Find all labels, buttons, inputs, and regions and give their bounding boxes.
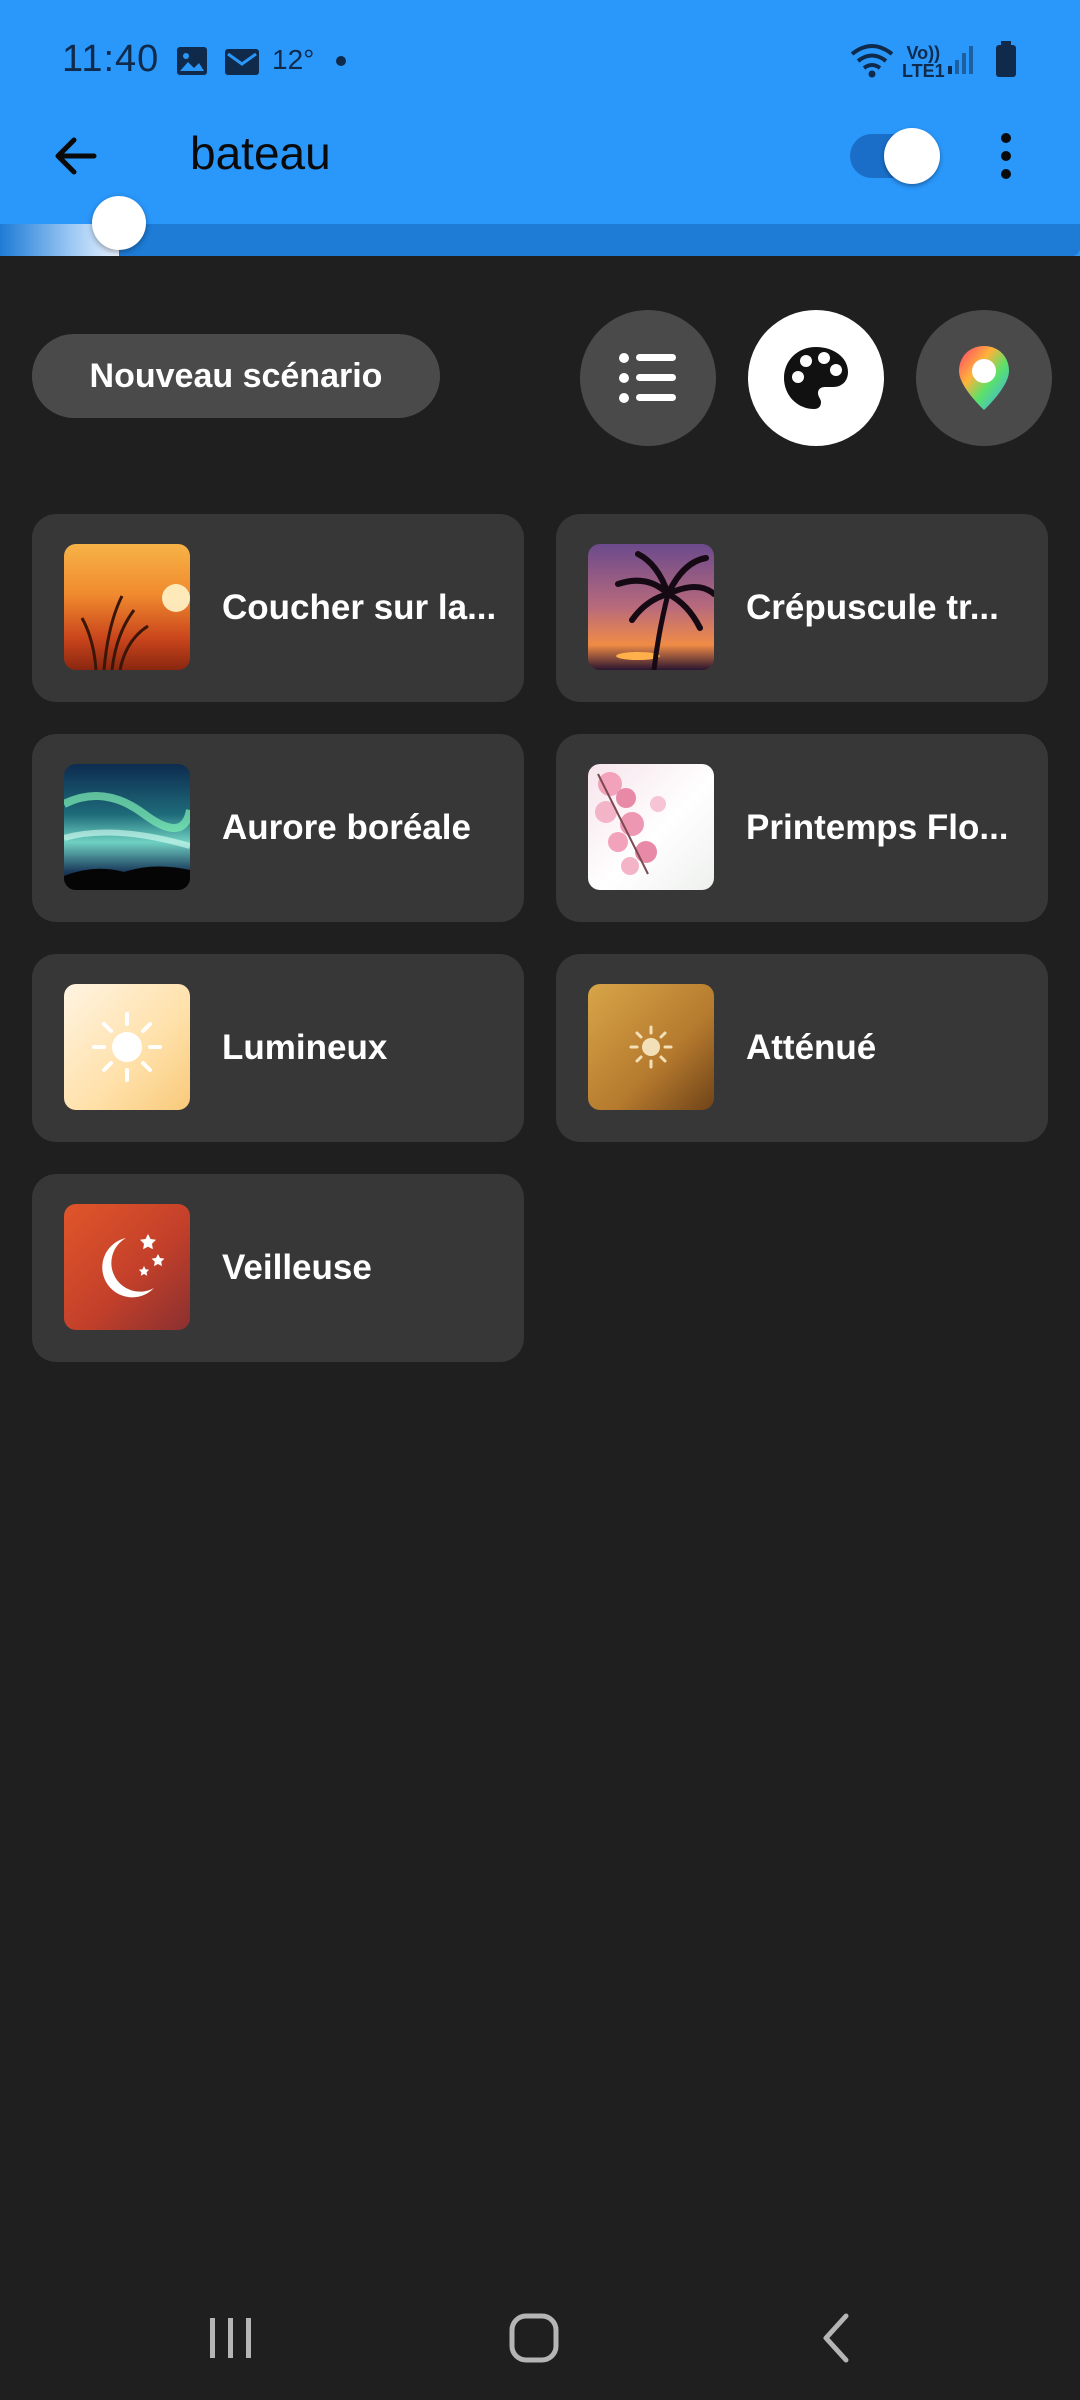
wifi-icon	[850, 44, 894, 78]
brightness-slider[interactable]	[0, 196, 1080, 256]
scene-card[interactable]: Coucher sur la...	[32, 514, 524, 702]
scene-label: Atténué	[746, 1028, 877, 1067]
status-bar: 11:40 12° Vo)) LTE1	[0, 0, 1080, 120]
toggle-knob	[884, 128, 940, 184]
page-title: bateau	[190, 127, 331, 179]
back-icon[interactable]	[818, 2312, 854, 2364]
palm-dusk-photo	[588, 544, 714, 670]
scene-label: Lumineux	[222, 1028, 388, 1067]
app-header: 11:40 12° Vo)) LTE1 bateau	[0, 0, 1080, 256]
sunset-grass-photo	[64, 544, 190, 670]
scene-card[interactable]: Aurore boréale	[32, 734, 524, 922]
scene-label: Coucher sur la...	[222, 588, 497, 627]
bright-sun-icon	[64, 984, 190, 1110]
status-time: 11:40	[62, 38, 160, 80]
home-icon[interactable]	[508, 2312, 560, 2364]
new-scene-button[interactable]: Nouveau scénario	[32, 334, 440, 418]
scene-card[interactable]: Atténué	[556, 954, 1048, 1142]
brightness-thumb[interactable]	[91, 196, 146, 250]
scene-label: Aurore boréale	[222, 808, 471, 847]
status-temperature: 12°	[272, 44, 315, 75]
moon-stars-icon	[64, 1204, 190, 1330]
battery-icon	[996, 41, 1016, 77]
scene-label: Veilleuse	[222, 1248, 372, 1287]
more-vertical-icon[interactable]	[996, 130, 1016, 182]
mail-icon	[225, 49, 259, 75]
system-nav-bar	[0, 2272, 1080, 2400]
scene-card[interactable]: Printemps Flo...	[556, 734, 1048, 922]
image-icon	[177, 47, 207, 75]
scene-card[interactable]: Crépuscule tr...	[556, 514, 1048, 702]
dot-icon	[336, 56, 346, 66]
scene-label: Crépuscule tr...	[746, 588, 999, 627]
color-pin-icon	[959, 346, 1009, 410]
signal-icon	[948, 46, 973, 74]
list-icon	[619, 353, 676, 403]
dim-sun-icon	[588, 984, 714, 1110]
scene-label: Printemps Flo...	[746, 808, 1009, 847]
arrow-left-icon[interactable]	[48, 128, 104, 184]
power-toggle[interactable]	[850, 128, 940, 184]
scene-card[interactable]: Lumineux	[32, 954, 524, 1142]
volte-indicator: Vo)) LTE1	[902, 43, 945, 81]
palette-icon	[784, 347, 848, 409]
cherry-blossom-photo	[588, 764, 714, 890]
aurora-photo	[64, 764, 190, 890]
palette-view-button[interactable]	[748, 310, 884, 446]
recent-apps-icon[interactable]	[206, 2316, 256, 2360]
scene-card[interactable]: Veilleuse	[32, 1174, 524, 1362]
color-picker-button[interactable]	[916, 310, 1052, 446]
list-view-button[interactable]	[580, 310, 716, 446]
